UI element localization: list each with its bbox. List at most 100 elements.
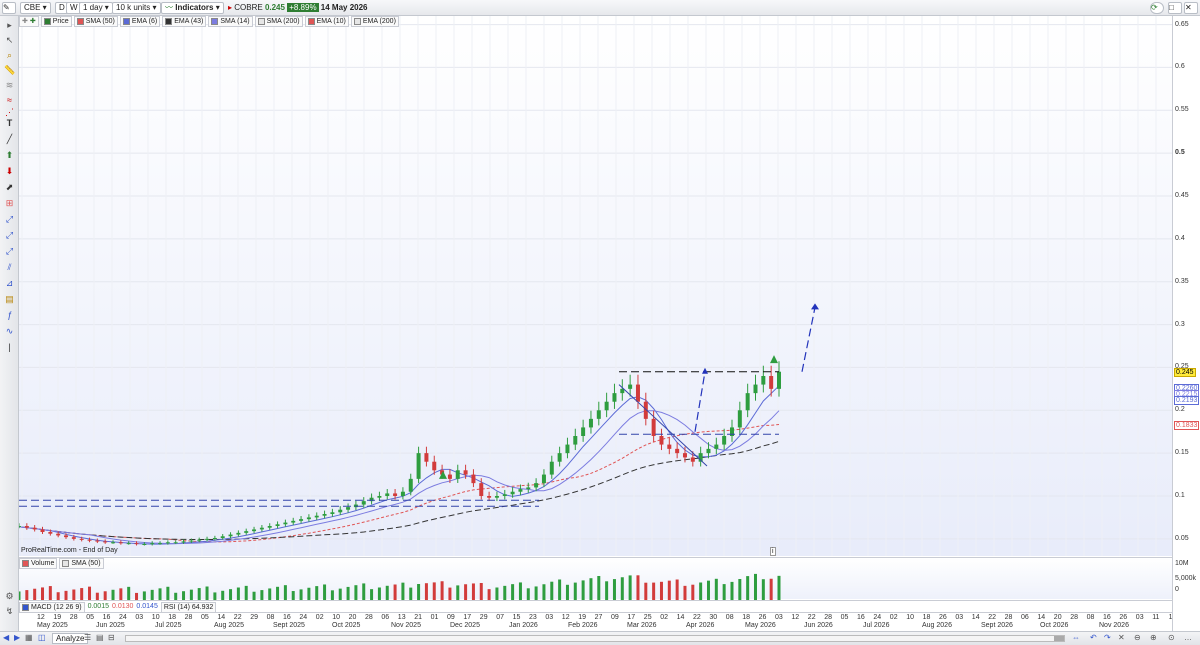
time-tick-label: 12 xyxy=(791,614,800,621)
compare-icon[interactable]: ⊟ xyxy=(108,633,115,642)
time-tick-label: 29 xyxy=(479,614,488,621)
path-icon[interactable]: ∿ xyxy=(4,326,15,337)
candle-body xyxy=(581,427,586,436)
month-label: Nov 2026 xyxy=(1099,622,1129,629)
legend-item[interactable]: Price xyxy=(40,16,72,27)
polyline-icon[interactable]: ⊿ xyxy=(4,278,15,289)
analyze-button[interactable]: Analyze xyxy=(52,633,89,644)
zoom-reset-icon[interactable]: ⊙ xyxy=(1168,633,1175,642)
chart-icon[interactable]: ◫ xyxy=(38,633,46,642)
legend-item[interactable]: EMA (10) xyxy=(304,16,349,27)
time-axis[interactable]: 12 19 28 05 16 24 03 10 18 28 05 14 22 29 08 16 24 02 10 20… xyxy=(19,612,1176,631)
settings-icon[interactable]: ⚙ xyxy=(4,591,15,602)
zoom-out-icon[interactable]: ⊖ xyxy=(1134,633,1141,642)
indicator-legend: ✚ ✚ Price SMA (50) EMA (6) EMA (43) SMA (14) S… xyxy=(19,16,399,27)
up-arrow-icon[interactable]: ⬆ xyxy=(4,150,15,161)
refresh-icon[interactable]: ⟳ xyxy=(1150,2,1164,14)
legend-label: EMA (6) xyxy=(131,18,158,25)
scroll-left-icon[interactable]: ◀ xyxy=(3,633,9,642)
time-tick-label: 14 xyxy=(676,614,685,621)
vertical-line-icon[interactable]: | xyxy=(4,342,15,353)
candle-body xyxy=(628,384,633,389)
data-source-label: ProRealTime.com - End of Day xyxy=(21,547,118,554)
ruler-icon[interactable]: 📏 xyxy=(4,65,15,76)
line-icon[interactable]: ╱ xyxy=(4,134,15,145)
symbol-selector[interactable]: CBE ▾ xyxy=(20,2,51,14)
down-arrow-icon[interactable]: ⬇ xyxy=(4,166,15,177)
function-icon[interactable]: ƒ xyxy=(4,310,15,321)
candle-body xyxy=(400,491,405,496)
diagonal-arrow-icon[interactable]: ⬈ xyxy=(4,182,15,193)
time-tick-label: 24 xyxy=(873,614,882,621)
candle-body xyxy=(346,507,351,510)
retracement-icon[interactable]: ⊞ xyxy=(4,198,15,209)
info-icon[interactable]: i xyxy=(770,547,776,556)
more-icon[interactable]: … xyxy=(1184,633,1192,642)
pencil-icon[interactable]: ✎ xyxy=(2,2,16,14)
zoom-icon[interactable]: ⌕ xyxy=(4,50,15,61)
close-icon[interactable]: ✕ xyxy=(1184,2,1198,14)
legend-swatch xyxy=(307,18,315,25)
trendline-icon[interactable]: ⤢ xyxy=(4,214,15,225)
volume-bar xyxy=(103,591,107,600)
zoom-in-icon[interactable]: ⊕ xyxy=(1150,633,1157,642)
units-selector[interactable]: 10 k units ▾ xyxy=(112,2,161,14)
time-tick-label: 08 xyxy=(266,614,275,621)
candle-body xyxy=(267,526,272,528)
volume-bar xyxy=(166,586,170,600)
volume-legend-item[interactable]: SMA (50) xyxy=(59,558,104,569)
legend-item[interactable]: SMA (50) xyxy=(73,16,118,27)
price-axis[interactable]: 0.650.60.550.50.450.40.350.30.250.20.150… xyxy=(1172,16,1200,631)
extended-line-icon[interactable]: ⤢ xyxy=(4,246,15,257)
legend-swatch xyxy=(257,18,265,25)
delete-icon[interactable]: ✕ xyxy=(1118,633,1125,642)
legend-item[interactable]: SMA (200) xyxy=(254,16,303,27)
time-tick-label: 17 xyxy=(463,614,472,621)
ray-icon[interactable]: ⤢ xyxy=(4,230,15,241)
volume-bar xyxy=(370,589,374,600)
candle-body xyxy=(651,418,656,436)
table-icon[interactable]: ▤ xyxy=(96,633,104,642)
price-tick-label: 0.2 xyxy=(1175,406,1185,414)
fit-icon[interactable]: ⇔ xyxy=(1072,633,1080,642)
parallel-lines-icon[interactable]: ⫽ xyxy=(4,262,15,273)
legend-item[interactable]: EMA (6) xyxy=(119,16,161,27)
legend-item[interactable]: EMA (43) xyxy=(162,16,207,27)
scroll-right-icon[interactable]: ▶ xyxy=(14,633,20,642)
select-arrow-icon[interactable]: ▸ xyxy=(4,20,15,31)
volume-bar xyxy=(730,581,734,600)
projection-arrow-head xyxy=(811,303,819,310)
rectangle-icon[interactable]: ▤ xyxy=(4,294,15,305)
time-tick-label: 02 xyxy=(889,614,898,621)
volume-bar xyxy=(487,589,491,600)
volume-bar xyxy=(565,584,569,600)
time-tick-label: 03 xyxy=(775,614,783,621)
volume-bar xyxy=(393,584,397,600)
legend-item[interactable]: SMA (14) xyxy=(208,16,253,27)
indicators-button[interactable]: 〰 Indicators ▾ xyxy=(161,2,224,14)
redo-icon[interactable]: ↷ xyxy=(1104,633,1111,642)
volume-bar xyxy=(503,585,507,600)
interval-selector[interactable]: 1 day ▾ xyxy=(79,2,113,14)
fan-icon[interactable]: ≈ xyxy=(4,95,15,106)
cursor-icon[interactable]: ↖ xyxy=(4,35,15,46)
undo-icon[interactable]: ↶ xyxy=(1090,633,1097,642)
list-icon[interactable]: ☰ xyxy=(84,633,91,642)
volume-bar xyxy=(354,585,358,600)
time-tick-label: 09 xyxy=(447,614,455,621)
text-icon[interactable]: T xyxy=(4,118,15,129)
time-tick-label: 14 xyxy=(971,614,980,621)
volume-panel[interactable]: Volume SMA (50) xyxy=(19,557,1172,600)
volume-bar xyxy=(581,580,585,600)
magnet-icon[interactable]: ↯ xyxy=(4,606,15,617)
volume-legend-item[interactable]: Volume xyxy=(19,558,58,569)
channel-icon[interactable]: ⋰ xyxy=(4,107,15,118)
scrollbar-thumb[interactable] xyxy=(1054,636,1064,641)
horizontal-scrollbar[interactable] xyxy=(125,635,1065,642)
fibonacci-icon[interactable]: ≋ xyxy=(4,80,15,91)
price-chart[interactable]: ✚ ✚ Price SMA (50) EMA (6) EMA (43) SMA (14) S… xyxy=(19,16,1172,556)
grid-icon[interactable]: ▦ xyxy=(25,633,33,642)
legend-item[interactable]: EMA (200) xyxy=(350,16,399,27)
maximize-icon[interactable]: □ xyxy=(1168,2,1182,14)
chart-tool-icons[interactable]: ✚ ✚ xyxy=(19,16,39,27)
